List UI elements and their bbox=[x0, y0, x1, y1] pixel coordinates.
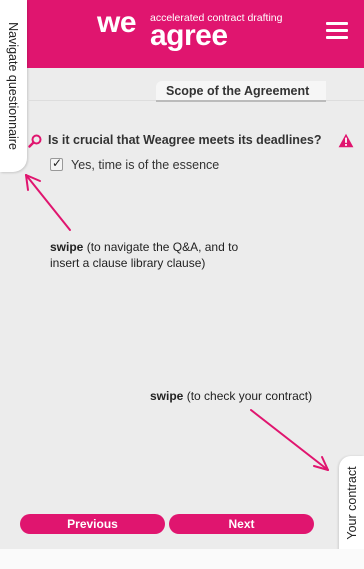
search-icon[interactable] bbox=[28, 134, 42, 148]
section-title: Scope of the Agreement bbox=[166, 84, 310, 98]
arrow-to-left-tab bbox=[25, 174, 71, 231]
answer-label: Yes, time is of the essence bbox=[71, 158, 220, 172]
footer-bar bbox=[0, 549, 364, 569]
logo-agree: agree bbox=[150, 19, 228, 52]
answer-checkbox[interactable] bbox=[50, 156, 63, 171]
arrow-to-right-tab bbox=[250, 409, 329, 471]
swipe-hint-right-text: (to check your contract) bbox=[183, 389, 313, 403]
warning-icon[interactable] bbox=[338, 133, 354, 148]
question-row: Is it crucial that Weagree meets its dea… bbox=[28, 133, 358, 151]
navigate-questionnaire-tab[interactable]: Navigate questionnaire bbox=[0, 0, 27, 172]
answer-option[interactable]: Yes, time is of the essence bbox=[50, 156, 270, 173]
swipe-hint-right-bold: swipe bbox=[150, 389, 184, 403]
previous-button[interactable]: Previous bbox=[20, 514, 165, 534]
app-header: we accelerated contract drafting agree bbox=[0, 0, 364, 68]
your-contract-tab[interactable]: Your contract bbox=[339, 456, 364, 551]
question-text: Is it crucial that Weagree meets its dea… bbox=[48, 133, 322, 147]
swipe-hint-left-bold: swipe bbox=[50, 240, 84, 254]
swipe-hint-left: swipe (to navigate the Q&A, and to inser… bbox=[50, 239, 270, 271]
navigate-questionnaire-label: Navigate questionnaire bbox=[6, 22, 20, 150]
hamburger-menu-icon[interactable] bbox=[326, 22, 348, 40]
section-tab: Scope of the Agreement bbox=[156, 81, 326, 102]
swipe-hint-right: swipe (to check your contract) bbox=[150, 388, 340, 404]
your-contract-label: Your contract bbox=[345, 466, 359, 540]
logo-we: we bbox=[97, 6, 137, 39]
next-button[interactable]: Next bbox=[169, 514, 314, 534]
